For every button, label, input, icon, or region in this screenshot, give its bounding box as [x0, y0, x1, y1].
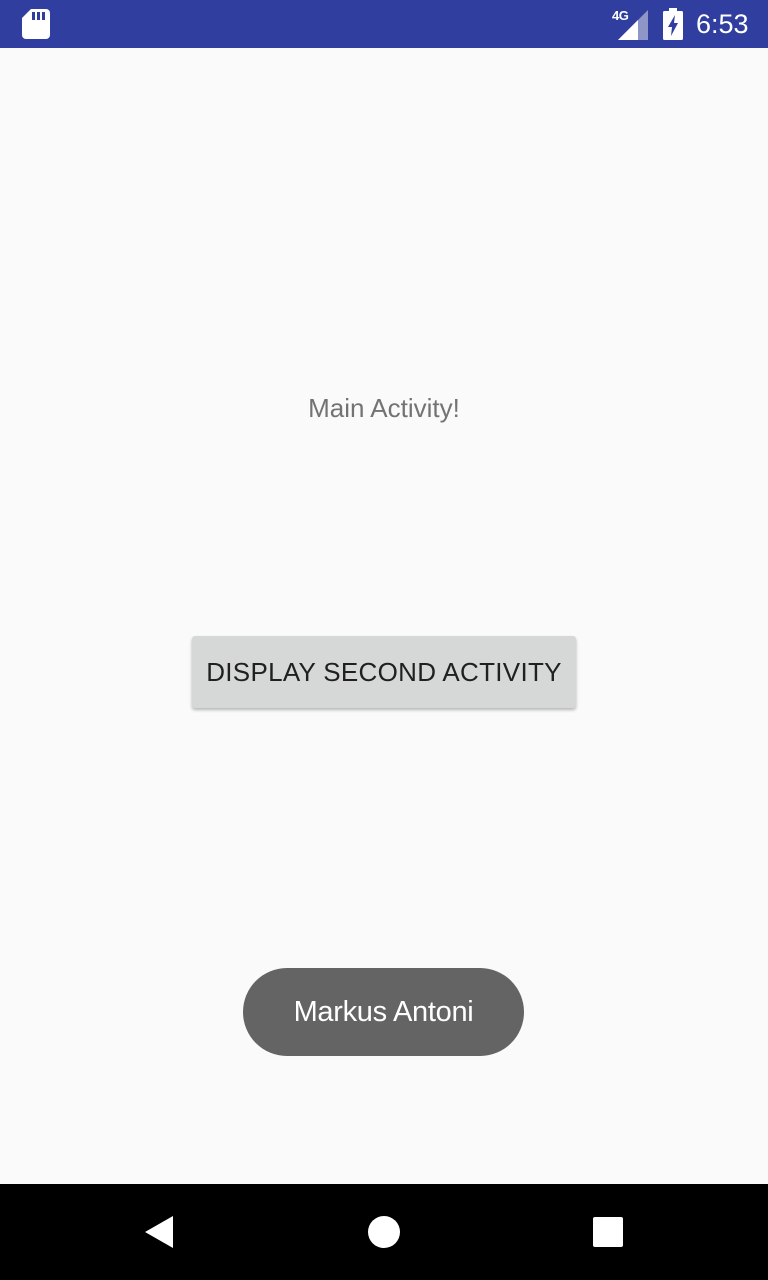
toast-text: Markus Antoni [293, 995, 474, 1028]
home-button[interactable] [324, 1184, 444, 1280]
home-icon [368, 1216, 400, 1248]
main-activity-label: Main Activity! [308, 393, 460, 423]
back-button[interactable] [100, 1184, 220, 1280]
sd-card-icon [22, 9, 50, 39]
battery-charging-icon [663, 8, 683, 40]
back-icon [145, 1216, 173, 1248]
main-activity-screen: Main Activity! DISPLAY SECOND ACTIVITY M… [0, 48, 768, 1184]
status-bar: 4G 6:53 [0, 0, 768, 48]
network-type-label: 4G [612, 8, 629, 23]
recent-apps-icon [593, 1217, 623, 1247]
status-clock: 6:53 [696, 9, 749, 39]
navigation-bar [0, 1184, 768, 1280]
toast-message: Markus Antoni [243, 968, 524, 1056]
signal-indicator: 4G [610, 8, 650, 40]
display-second-activity-button[interactable]: DISPLAY SECOND ACTIVITY [192, 636, 576, 708]
recent-apps-button[interactable] [548, 1184, 668, 1280]
